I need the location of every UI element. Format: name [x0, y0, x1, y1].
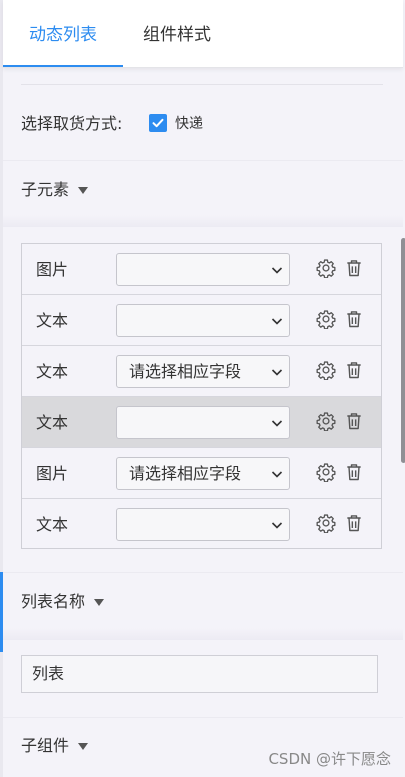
row-type-label: 文本 [36, 362, 69, 381]
tab-component-style[interactable]: 组件样式 [143, 0, 233, 68]
chevron-down-icon [271, 267, 283, 274]
chevron-down-icon [271, 420, 283, 427]
table-row-selected[interactable]: 文本 [22, 397, 381, 448]
table-row: 文本 [22, 499, 381, 550]
chevron-down-icon [271, 369, 283, 376]
caret-down-icon [78, 187, 89, 194]
scrollbar[interactable] [401, 238, 405, 463]
field-select[interactable] [116, 253, 290, 286]
section-shadow [3, 628, 403, 640]
trash-icon[interactable] [344, 411, 364, 431]
field-select[interactable]: 请选择相应字段 [116, 457, 290, 490]
input-value: 列表 [32, 664, 65, 683]
trash-icon[interactable] [344, 258, 364, 278]
trash-icon[interactable] [344, 309, 364, 329]
divider [3, 572, 403, 573]
tab-active-underline [3, 65, 123, 67]
section-list-name-toggle[interactable]: 列表名称 [21, 587, 105, 617]
gear-icon[interactable] [316, 513, 336, 533]
divider [3, 717, 403, 718]
gear-icon[interactable] [316, 411, 336, 431]
table-row: 文本 请选择相应字段 [22, 346, 381, 397]
gear-icon[interactable] [316, 462, 336, 482]
row-type-label: 图片 [36, 464, 69, 483]
field-select[interactable] [116, 406, 290, 439]
gear-icon[interactable] [316, 309, 336, 329]
chevron-down-icon [271, 522, 283, 529]
section-children-toggle[interactable]: 子元素 [21, 175, 89, 205]
gear-icon[interactable] [316, 360, 336, 380]
chevron-down-icon [271, 318, 283, 325]
caret-down-icon [94, 599, 105, 606]
section-sub-components-title: 子组件 [21, 736, 70, 755]
gear-icon[interactable] [316, 258, 336, 278]
children-table: 图片 文本 文本 请选择相应字段 文本 图片 请选择相应字段 文本 [21, 243, 382, 549]
caret-down-icon [78, 743, 89, 750]
field-select[interactable] [116, 508, 290, 541]
list-name-input[interactable]: 列表 [21, 655, 378, 693]
section-list-name-title: 列表名称 [21, 592, 86, 611]
divider [21, 84, 383, 85]
row-type-label: 图片 [36, 260, 69, 279]
checkmark-icon [152, 118, 164, 128]
table-row: 图片 请选择相应字段 [22, 448, 381, 499]
tab-dynamic-list[interactable]: 动态列表 [3, 0, 123, 68]
field-select[interactable]: 请选择相应字段 [116, 355, 290, 388]
select-value: 请选择相应字段 [129, 362, 242, 381]
trash-icon[interactable] [344, 513, 364, 533]
trash-icon[interactable] [344, 360, 364, 380]
watermark: CSDN @许下愿念 [268, 750, 391, 768]
pickup-method-label: 选择取货方式: [21, 114, 123, 133]
properties-panel: 动态列表 组件样式 选择取货方式: 快递 子元素 图片 文本 文本 请选择相应字… [3, 0, 405, 777]
select-value: 请选择相应字段 [129, 464, 242, 483]
divider [3, 160, 403, 161]
express-checkbox[interactable] [149, 114, 167, 132]
tab-bar: 动态列表 组件样式 [3, 0, 403, 68]
chevron-down-icon [271, 471, 283, 478]
table-row: 文本 [22, 295, 381, 346]
field-select[interactable] [116, 304, 290, 337]
row-type-label: 文本 [36, 515, 69, 534]
section-sub-components-toggle[interactable]: 子组件 [21, 731, 89, 761]
row-type-label: 文本 [36, 311, 69, 330]
table-row: 图片 [22, 244, 381, 295]
section-children-title: 子元素 [21, 180, 70, 199]
row-type-label: 文本 [36, 413, 69, 432]
section-shadow [3, 215, 403, 227]
trash-icon[interactable] [344, 462, 364, 482]
express-option-label[interactable]: 快递 [175, 110, 203, 138]
